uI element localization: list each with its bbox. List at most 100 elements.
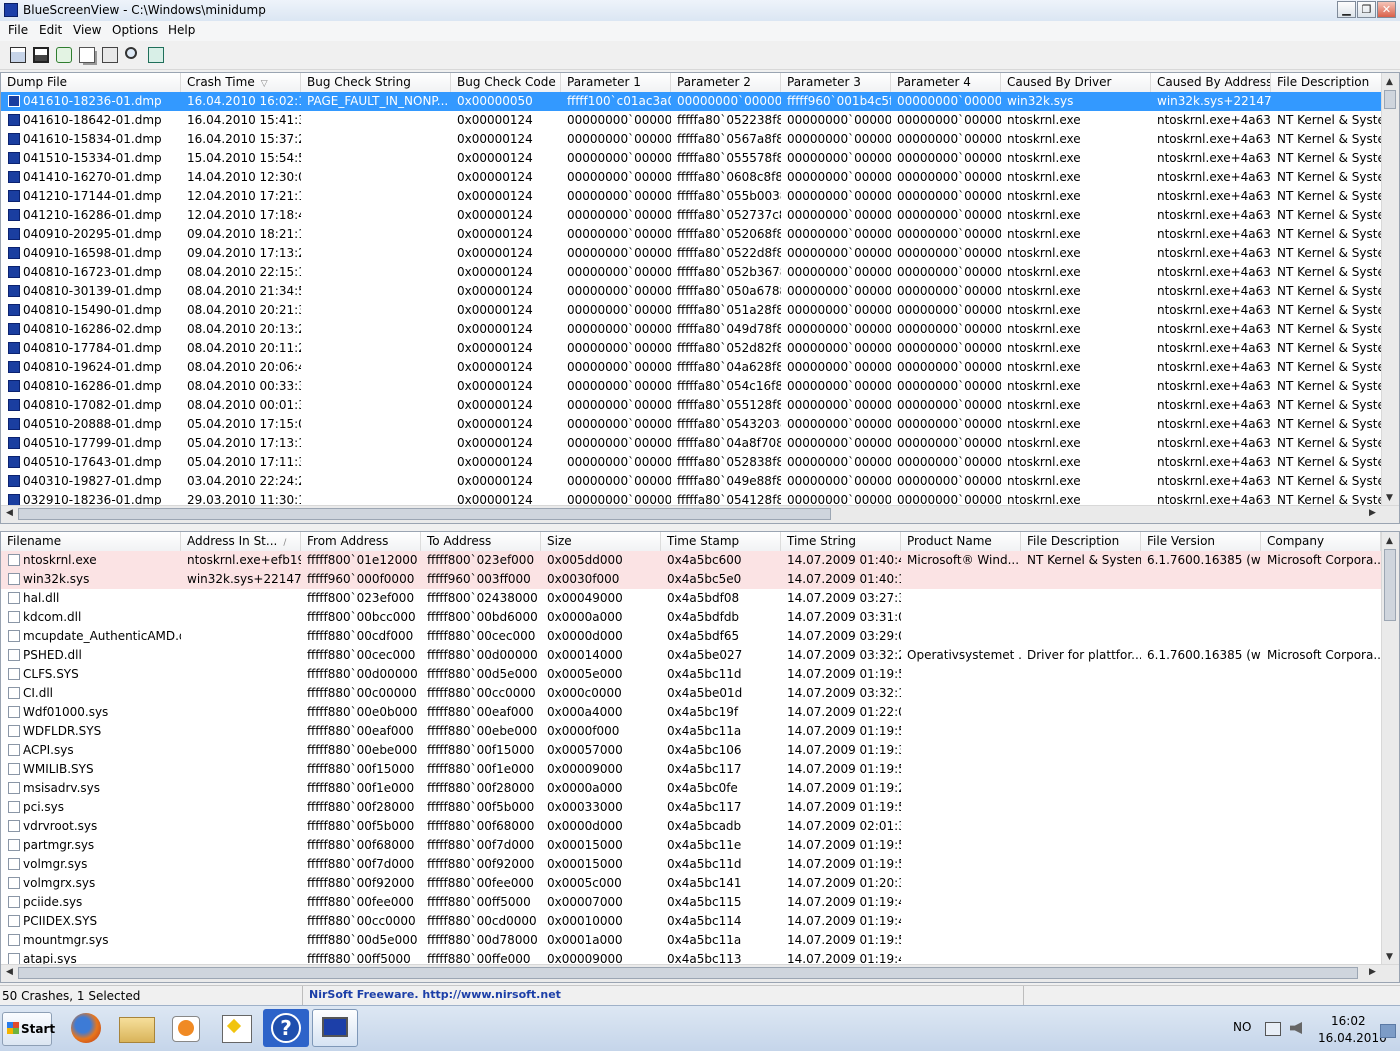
column-header-crash-time[interactable]: Crash Time ▽ xyxy=(181,73,301,92)
explorer-icon[interactable] xyxy=(113,1009,159,1047)
crash-row[interactable]: 041610-18642-01.dmp 16.04.2010 15:41:38 0x… xyxy=(1,111,1399,130)
column-header-address-in-st[interactable]: Address In St... / xyxy=(181,532,301,551)
scroll-thumb[interactable] xyxy=(18,967,1358,979)
help-icon[interactable]: ? xyxy=(263,1009,309,1047)
driver-row[interactable]: WMILIB.SYS fffff880`00f15000 fffff880`00f1… xyxy=(1,760,1399,779)
crash-row[interactable]: 040810-16723-01.dmp 08.04.2010 22:15:16 0x… xyxy=(1,263,1399,282)
menu-view[interactable]: View xyxy=(73,23,101,37)
scroll-left-arrow[interactable]: ◀ xyxy=(6,508,13,518)
crash-row[interactable]: 040810-15490-01.dmp 08.04.2010 20:21:35 0x… xyxy=(1,301,1399,320)
refresh-icon[interactable] xyxy=(56,47,72,63)
find-icon[interactable] xyxy=(125,47,137,59)
crash-row[interactable]: 041610-15834-01.dmp 16.04.2010 15:37:26 0x… xyxy=(1,130,1399,149)
menu-edit[interactable]: Edit xyxy=(39,23,62,37)
driver-row[interactable]: pciide.sys fffff880`00fee000 fffff880`00ff… xyxy=(1,893,1399,912)
column-header-file-description[interactable]: File Description xyxy=(1021,532,1141,551)
scroll-thumb[interactable] xyxy=(1384,90,1396,109)
media-player-icon[interactable] xyxy=(163,1009,209,1047)
scroll-thumb[interactable] xyxy=(18,508,831,520)
crash-row[interactable]: 040810-19624-01.dmp 08.04.2010 20:06:49 0x… xyxy=(1,358,1399,377)
crash-row[interactable]: 040510-17799-01.dmp 05.04.2010 17:13:19 0x… xyxy=(1,434,1399,453)
clock-date[interactable]: 16.04.2010 xyxy=(1318,1031,1387,1045)
driver-row[interactable]: mcupdate_AuthenticAMD.dll fffff880`00cdf0… xyxy=(1,627,1399,646)
scroll-right-arrow[interactable]: ▶ xyxy=(1369,508,1376,518)
scroll-down-arrow[interactable]: ▼ xyxy=(1386,493,1393,503)
nirsoft-link[interactable]: NirSoft Freeware. http://www.nirsoft.net xyxy=(309,988,561,1001)
driver-list[interactable]: Filename Address In St... / From Address To … xyxy=(0,531,1400,983)
crash-row[interactable]: 040810-16286-02.dmp 08.04.2010 20:13:22 0x… xyxy=(1,320,1399,339)
driver-list-vscrollbar[interactable]: ▲ ▼ xyxy=(1381,532,1399,965)
bluescreenview-icon[interactable] xyxy=(312,1009,358,1047)
scroll-up-arrow[interactable]: ▲ xyxy=(1386,536,1393,546)
driver-row[interactable]: Wdf01000.sys fffff880`00e0b000 fffff880`00… xyxy=(1,703,1399,722)
exit-icon[interactable] xyxy=(148,47,164,63)
crash-row[interactable]: 040910-20295-01.dmp 09.04.2010 18:21:19 0x… xyxy=(1,225,1399,244)
crash-row[interactable]: 040510-20888-01.dmp 05.04.2010 17:15:07 0x… xyxy=(1,415,1399,434)
crash-row[interactable]: 041510-15334-01.dmp 15.04.2010 15:54:55 0x… xyxy=(1,149,1399,168)
crash-list-vscrollbar[interactable]: ▲ ▼ xyxy=(1381,73,1399,506)
column-header-time-string[interactable]: Time String xyxy=(781,532,901,551)
firefox-icon[interactable] xyxy=(63,1009,109,1047)
column-header-bug-check-string[interactable]: Bug Check String xyxy=(301,73,451,92)
column-header-to-address[interactable]: To Address xyxy=(421,532,541,551)
column-header-parameter-2[interactable]: Parameter 2 xyxy=(671,73,781,92)
column-header-parameter-3[interactable]: Parameter 3 xyxy=(781,73,891,92)
crash-row[interactable]: 040310-19827-01.dmp 03.04.2010 22:24:20 0x… xyxy=(1,472,1399,491)
driver-row[interactable]: volmgr.sys fffff880`00f7d000 fffff880`00f9… xyxy=(1,855,1399,874)
driver-row[interactable]: mountmgr.sys fffff880`00d5e000 fffff880`00… xyxy=(1,931,1399,950)
driver-row[interactable]: CLFS.SYS fffff880`00d00000 fffff880`00d5e0… xyxy=(1,665,1399,684)
crash-row[interactable]: 041210-16286-01.dmp 12.04.2010 17:18:49 0x… xyxy=(1,206,1399,225)
scroll-thumb[interactable] xyxy=(1384,549,1396,621)
scroll-left-arrow[interactable]: ◀ xyxy=(6,967,13,977)
crash-row[interactable]: 040810-17082-01.dmp 08.04.2010 00:01:39 0x… xyxy=(1,396,1399,415)
driver-row[interactable]: volmgrx.sys fffff880`00f92000 fffff880`00f… xyxy=(1,874,1399,893)
driver-row[interactable]: win32k.sys win32k.sys+221478 fffff960`000f… xyxy=(1,570,1399,589)
crash-row[interactable]: 040510-17643-01.dmp 05.04.2010 17:11:34 0x… xyxy=(1,453,1399,472)
network-icon[interactable] xyxy=(1265,1022,1281,1036)
properties-icon[interactable] xyxy=(102,47,118,63)
column-header-company[interactable]: Company xyxy=(1261,532,1381,551)
menu-options[interactable]: Options xyxy=(112,23,158,37)
crash-row[interactable]: 041610-18236-01.dmp 16.04.2010 16:02:16 PA… xyxy=(1,92,1399,111)
crash-list-hscrollbar[interactable]: ◀ ▶ xyxy=(1,505,1399,523)
restore-button[interactable]: ❐ xyxy=(1357,1,1376,18)
clock-time[interactable]: 16:02 xyxy=(1331,1014,1366,1028)
driver-row[interactable]: pci.sys fffff880`00f28000 fffff880`00f5b00… xyxy=(1,798,1399,817)
crash-row[interactable]: 041210-17144-01.dmp 12.04.2010 17:21:12 0x… xyxy=(1,187,1399,206)
scroll-right-arrow[interactable]: ▶ xyxy=(1369,967,1376,977)
column-header-dump-file[interactable]: Dump File xyxy=(1,73,181,92)
driver-row[interactable]: ntoskrnl.exe ntoskrnl.exe+efb19 fffff800`0… xyxy=(1,551,1399,570)
driver-row[interactable]: partmgr.sys fffff880`00f68000 fffff880`00f… xyxy=(1,836,1399,855)
crash-row[interactable]: 041410-16270-01.dmp 14.04.2010 12:30:09 0x… xyxy=(1,168,1399,187)
start-button[interactable]: Start xyxy=(2,1012,55,1046)
column-header-file-version[interactable]: File Version xyxy=(1141,532,1261,551)
save-icon[interactable] xyxy=(33,47,49,63)
scroll-up-arrow[interactable]: ▲ xyxy=(1386,77,1393,87)
driver-row[interactable]: CI.dll fffff880`00c00000 fffff880`00cc0000… xyxy=(1,684,1399,703)
crash-row[interactable]: 040810-30139-01.dmp 08.04.2010 21:34:54 0x… xyxy=(1,282,1399,301)
html-report-icon[interactable] xyxy=(10,47,26,63)
copy-icon[interactable] xyxy=(79,47,95,63)
driver-row[interactable]: PSHED.dll fffff880`00cec000 fffff880`00d00… xyxy=(1,646,1399,665)
driver-row[interactable]: hal.dll fffff800`023ef000 fffff800`0243800… xyxy=(1,589,1399,608)
driver-row[interactable]: msisadrv.sys fffff880`00f1e000 fffff880`00… xyxy=(1,779,1399,798)
driver-row[interactable]: PCIIDEX.SYS fffff880`00cc0000 fffff880`00c… xyxy=(1,912,1399,931)
driver-row[interactable]: ACPI.sys fffff880`00ebe000 fffff880`00f150… xyxy=(1,741,1399,760)
driver-list-hscrollbar[interactable]: ◀ ▶ xyxy=(1,964,1399,982)
menu-help[interactable]: Help xyxy=(168,23,195,37)
scroll-down-arrow[interactable]: ▼ xyxy=(1386,952,1393,962)
column-header-product-name[interactable]: Product Name xyxy=(901,532,1021,551)
column-header-parameter-1[interactable]: Parameter 1 xyxy=(561,73,671,92)
crash-row[interactable]: 040910-16598-01.dmp 09.04.2010 17:13:26 0x… xyxy=(1,244,1399,263)
driver-row[interactable]: vdrvroot.sys fffff880`00f5b000 fffff880`00… xyxy=(1,817,1399,836)
column-header-from-address[interactable]: From Address xyxy=(301,532,421,551)
minimize-button[interactable]: ▁ xyxy=(1337,1,1356,18)
column-header-bug-check-code[interactable]: Bug Check Code xyxy=(451,73,561,92)
column-header-parameter-4[interactable]: Parameter 4 xyxy=(891,73,1001,92)
driver-row[interactable]: kdcom.dll fffff800`00bcc000 fffff800`00bd6… xyxy=(1,608,1399,627)
volume-muted-icon[interactable] xyxy=(1290,1022,1302,1034)
crash-row[interactable]: 040810-16286-01.dmp 08.04.2010 00:33:38 0x… xyxy=(1,377,1399,396)
menu-file[interactable]: File xyxy=(8,23,28,37)
column-header-filename[interactable]: Filename xyxy=(1,532,181,551)
crash-list[interactable]: Dump File Crash Time ▽ Bug Check String Bug … xyxy=(0,72,1400,524)
